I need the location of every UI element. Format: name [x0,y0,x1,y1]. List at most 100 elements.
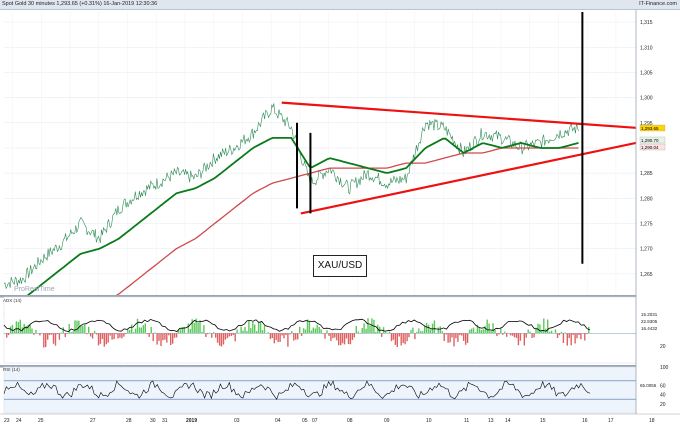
adx-histogram-bar [88,326,90,334]
adx-histogram-bar [191,319,193,334]
adx-histogram-bar [572,333,574,335]
adx-histogram-bar [461,333,463,336]
adx-histogram-bar [345,333,348,339]
adx-histogram-bar [451,333,453,338]
adx-histogram-bar [351,333,354,340]
adx-histogram-bar [447,333,449,343]
adx-histogram-bar [482,329,484,334]
adx-histogram-bar [386,332,389,334]
adx-histogram-bar [119,333,121,338]
adx-histogram-bar [549,331,551,334]
adx-histogram-bar [566,333,568,346]
adx-histogram-bar [250,328,252,334]
adx-histogram-bar [459,333,461,336]
adx-histogram-bar [330,333,332,341]
x-tick-label: 27 [90,418,96,424]
adx-histogram-bar [109,333,111,336]
adx-histogram-bar [140,327,143,334]
adx-histogram-bar [58,333,61,340]
adx-value-label: 15.2031 [641,312,658,317]
adx-histogram-bar [48,333,51,335]
y-tick-label: 1,310 [640,45,653,51]
x-tick-label: 16 [582,418,588,424]
adx-histogram-bar [261,330,264,334]
adx-histogram-bar [142,325,145,334]
adx-histogram-bar [402,333,404,343]
adx-histogram-bar [547,319,549,334]
adx-histogram-bar [334,333,336,338]
adx-histogram-bar [556,333,559,338]
adx-histogram-bar [490,330,492,334]
adx-histogram-bar [66,333,68,334]
adx-histogram-bar [560,331,563,334]
adx-histogram-bar [267,332,270,334]
adx-histogram-bar [35,329,37,334]
adx-histogram-bar [173,333,176,338]
y-tick-label: 1,300 [640,96,653,102]
adx-histogram-bar [117,333,119,339]
adx-histogram-bar [144,323,146,334]
adx-histogram-bar [13,330,16,334]
adx-histogram-bar [123,333,125,337]
x-tick-label: 15 [540,418,546,424]
adx-histogram-bar [271,333,273,339]
adx-histogram-bar [443,333,445,341]
adx-histogram-bar [515,333,518,338]
adx-histogram-bar [363,323,365,334]
adx-histogram-bar [164,333,166,340]
adx-histogram-bar [425,322,428,334]
rsi-tick-label: 20 [660,402,666,408]
adx-histogram-bar [574,333,576,344]
adx-histogram-bar [586,333,588,335]
adx-histogram-bar [269,333,272,340]
adx-histogram-bar [230,333,232,336]
adx-histogram-bar [170,333,172,345]
adx-histogram-bar [287,333,289,347]
adx-histogram-bar [70,332,72,334]
adx-histogram-bar [588,326,590,334]
adx-histogram-bar [570,333,572,346]
adx-histogram-bar [86,333,88,335]
adx-histogram-bar [584,333,586,341]
adx-histogram-bar [82,325,84,334]
adx-histogram-bar [355,326,357,334]
rsi-bg [3,366,637,414]
adx-histogram-bar [400,333,402,346]
watermark: ProRealTime [14,286,55,293]
adx-histogram-bar [347,333,350,344]
adx-histogram-bar [148,333,150,337]
adx-histogram-bar [529,331,531,334]
adx-histogram-bar [470,328,473,334]
adx-histogram-bar [97,333,100,346]
instrument-label-box: XAU/USD [313,255,367,277]
adx-histogram-bar [299,326,301,334]
last-value-label: 1,290.04 [641,145,659,150]
adx-histogram-bar [218,333,221,346]
adx-histogram-bar [511,333,514,336]
adx-histogram-bar [273,333,275,344]
adx-histogram-bar [80,325,82,334]
adx-label: ADX (14) [3,298,22,303]
adx-histogram-bar [162,333,164,341]
y-tick-label: 1,265 [640,272,653,278]
adx-histogram-bar [453,333,455,347]
adx-value-label: 16.4432 [641,326,658,331]
rsi-value-label: 65.0055 [640,383,657,388]
x-tick-label: 31 [162,418,168,424]
adx-histogram-bar [369,325,371,334]
adx-histogram-bar [125,333,127,335]
adx-histogram-bar [156,333,158,345]
adx-histogram-bar [19,319,21,334]
adx-histogram-bar [131,324,133,334]
adx-histogram-bar [504,331,506,334]
adx-histogram-bar [316,324,318,334]
y-tick-label: 1,305 [640,70,653,76]
adx-histogram-bar [457,333,459,342]
adx-histogram-bar [525,333,527,338]
last-value-label: 1,293.65 [641,126,659,131]
adx-histogram-bar [404,333,406,345]
x-tick-label: 30 [150,418,156,424]
x-tick-label: 08 [347,418,353,424]
adx-histogram-bar [433,320,436,334]
adx-histogram-bar [318,327,320,334]
